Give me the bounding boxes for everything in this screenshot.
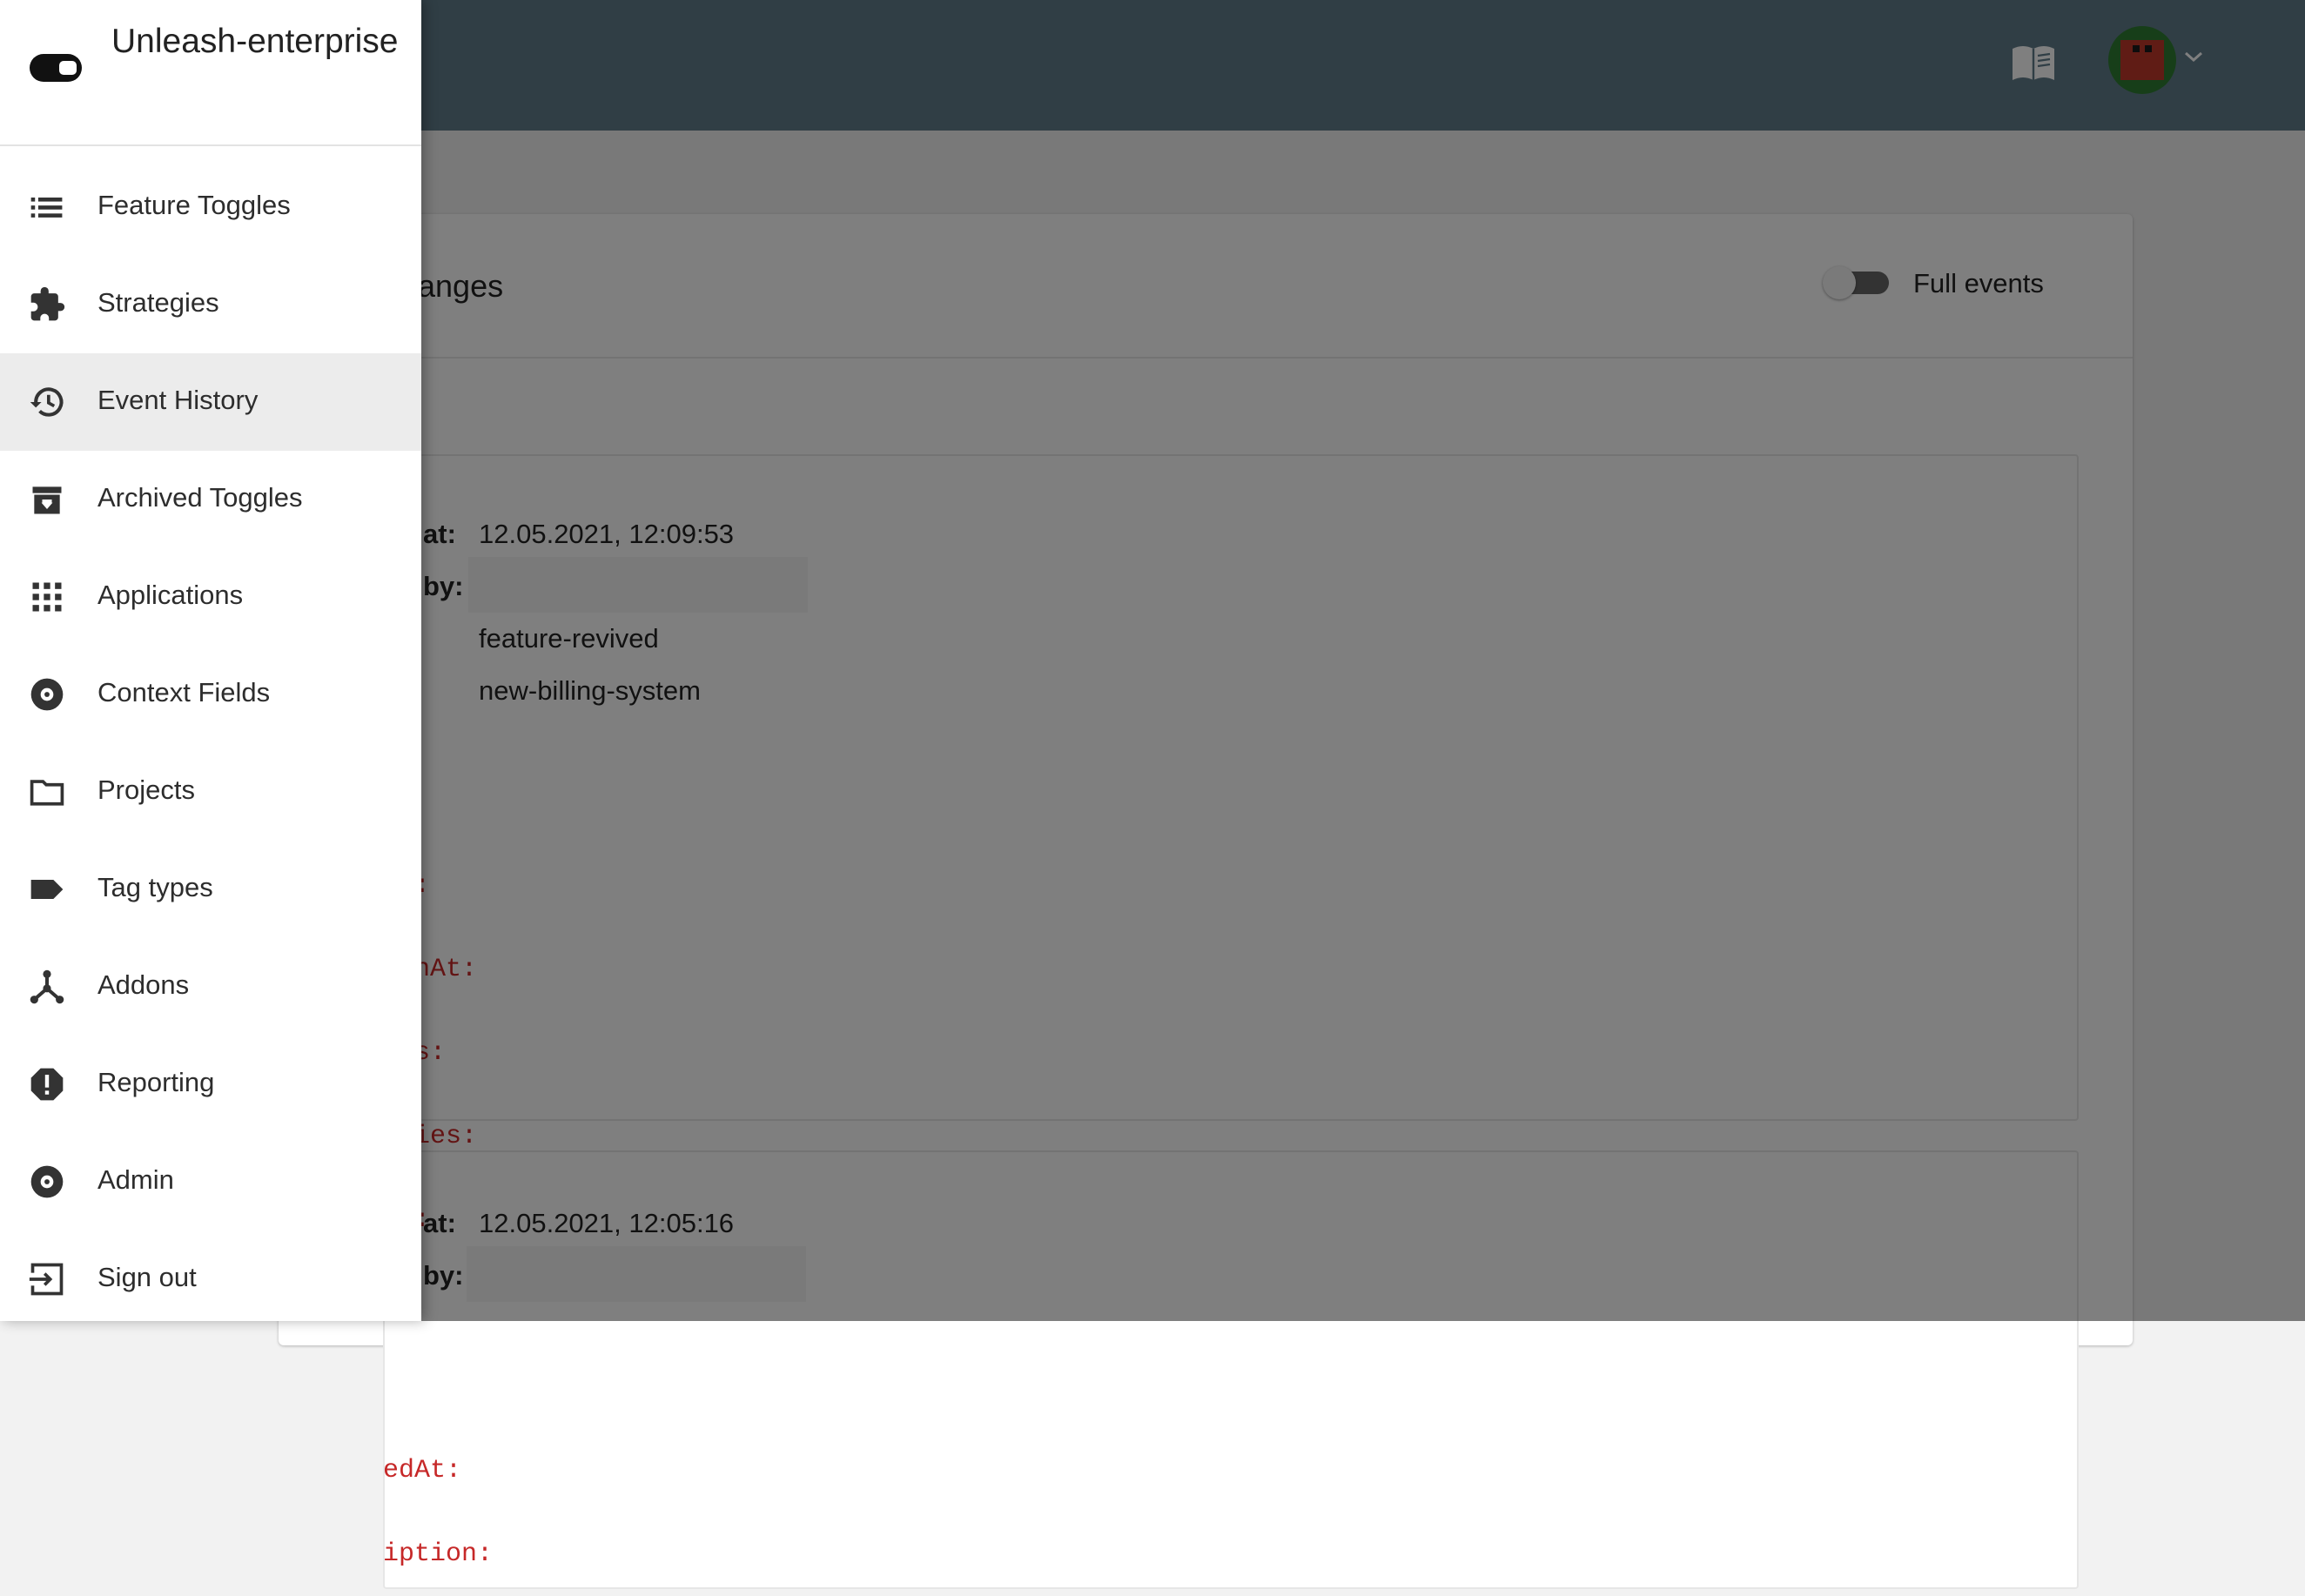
folder-icon [30,780,64,806]
album-icon [30,1165,64,1198]
list-icon [30,198,63,218]
device-hub-icon [30,969,64,1004]
nav-label: Tag types [97,872,213,902]
diff-line [383,1373,493,1401]
nav-label: Reporting [97,1067,215,1097]
navigation-drawer: Unleash-enterprise Feature Toggles Strat… [0,0,421,1321]
toggle-logo-icon [30,54,82,82]
report-icon [30,1068,64,1101]
nav-label: Strategies [97,287,219,318]
brand-name: Unleash-enterprise [111,23,399,60]
nav-label: Archived Toggles [97,482,303,513]
nav-label: Projects [97,775,195,805]
nav-label: Addons [97,969,190,1000]
nav-item-admin[interactable]: Admin [0,1133,421,1231]
nav-item-sign-out[interactable]: Sign out [0,1231,421,1328]
nav-item-strategies[interactable]: Strategies [0,256,421,353]
nav-label: Admin [97,1164,174,1195]
nav-item-addons[interactable]: Addons [0,938,421,1036]
exit-icon [29,1263,64,1296]
diff-line: edAt: [383,1456,462,1485]
nav-label: Applications [97,580,244,610]
nav-label: Feature Toggles [97,190,291,220]
apps-grid-icon [32,582,62,612]
nav-label: Sign out [97,1262,197,1292]
history-icon [30,387,64,417]
nav-item-applications[interactable]: Applications [0,548,421,646]
nav-item-event-history[interactable]: Event History [0,353,421,451]
album-icon [30,678,64,711]
nav-label: Event History [97,385,259,415]
nav-item-archived-toggles[interactable]: Archived Toggles [0,451,421,548]
nav-label: Context Fields [97,677,271,707]
nav-item-feature-toggles[interactable]: Feature Toggles [0,158,421,256]
nav-item-projects[interactable]: Projects [0,743,421,841]
drawer-header: Unleash-enterprise [0,0,421,146]
archive-icon [32,486,62,514]
diff-line: iption: [383,1539,494,1569]
label-icon [30,880,64,899]
nav-item-tag-types[interactable]: Tag types [0,841,421,938]
puzzle-icon [30,286,65,321]
nav-item-context-fields[interactable]: Context Fields [0,646,421,743]
nav-item-reporting[interactable]: Reporting [0,1036,421,1133]
